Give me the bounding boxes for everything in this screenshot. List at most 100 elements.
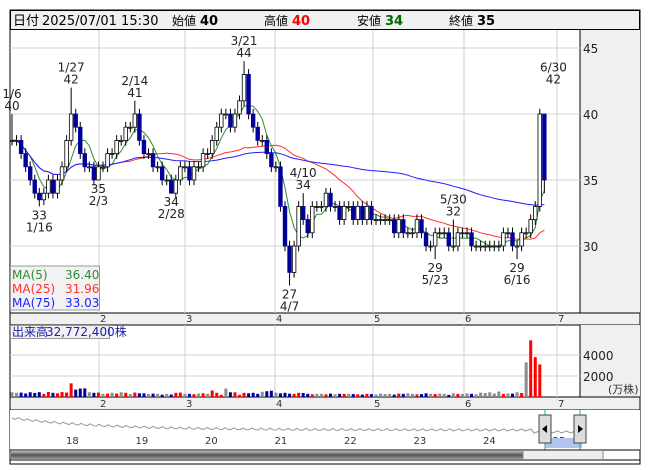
navigator-label: 18 xyxy=(66,436,79,447)
candle-body xyxy=(528,219,533,234)
volume-bar xyxy=(74,389,78,397)
annotation-value: 34 xyxy=(296,178,311,192)
navigator-left-handle[interactable] xyxy=(538,414,552,444)
volume-bar xyxy=(260,391,264,397)
volume-label: 出来高 xyxy=(12,324,48,339)
candle-body xyxy=(314,205,320,208)
month-tick-label: 6 xyxy=(465,314,471,325)
volume-bar xyxy=(278,393,282,397)
month-tick-label: 3 xyxy=(186,399,192,410)
volume-bar xyxy=(406,393,410,397)
month-tick-label: 7 xyxy=(558,314,564,325)
candle-body xyxy=(291,245,297,273)
candle-body xyxy=(319,205,324,208)
candle-body xyxy=(123,126,128,141)
candle-body xyxy=(519,232,524,247)
volume-bar xyxy=(256,393,260,397)
candle-body xyxy=(96,166,101,181)
volume-bar xyxy=(101,393,105,397)
candle-body xyxy=(146,153,151,156)
volume-bar xyxy=(424,393,428,397)
volume-bar xyxy=(92,392,96,397)
candle-body xyxy=(150,153,156,168)
ma5-value: 36.40 xyxy=(65,268,99,282)
volume-bar xyxy=(96,392,100,397)
volume-bar xyxy=(178,392,182,397)
candle-body xyxy=(405,232,411,235)
volume-unit: (万株) xyxy=(608,382,639,396)
candle-body xyxy=(214,126,219,141)
navigator-right-handle[interactable] xyxy=(573,414,587,444)
low-label: 安値 xyxy=(357,13,381,28)
scrollbar-thumb[interactable] xyxy=(522,450,604,460)
low-value: 34 xyxy=(385,14,403,29)
volume-bar xyxy=(215,392,219,397)
volume-bar xyxy=(492,393,496,397)
navigator[interactable]: 1819202122232425 xyxy=(10,410,640,450)
volume-bar xyxy=(46,391,50,397)
volume-bar xyxy=(60,392,64,397)
candle-body xyxy=(41,192,47,201)
volume-bar xyxy=(511,393,514,397)
volume-bar xyxy=(420,394,423,397)
close-label: 終値 xyxy=(449,13,473,28)
volume-bar xyxy=(392,394,396,397)
annotation-date: 2/28 xyxy=(158,207,185,221)
candle-body xyxy=(514,245,520,248)
volume-bar xyxy=(110,392,114,397)
candle-body xyxy=(159,166,165,181)
candle-body xyxy=(537,113,542,207)
volume-bar xyxy=(288,393,292,397)
candle-body xyxy=(391,219,397,234)
volume-bar xyxy=(497,391,501,397)
price-tick-label: 40 xyxy=(583,108,598,122)
candle-body xyxy=(346,205,351,208)
candle-body xyxy=(382,219,388,222)
volume-bar xyxy=(15,392,19,397)
volume-bar xyxy=(360,394,364,397)
candle-body xyxy=(178,166,183,181)
volume-bar xyxy=(447,394,451,397)
month-tick-label: 3 xyxy=(186,314,192,325)
candle-body xyxy=(296,205,301,247)
month-tick-label: 7 xyxy=(558,399,564,410)
candle-body xyxy=(241,74,247,102)
volume-bar xyxy=(274,392,278,397)
navigator-label: 23 xyxy=(414,436,427,447)
volume-bar xyxy=(210,390,214,397)
volume-bar xyxy=(501,393,505,397)
candle-body xyxy=(246,74,251,115)
volume-bar xyxy=(456,393,460,397)
volume-bar xyxy=(342,393,346,397)
candle-body xyxy=(305,219,310,234)
candle-body xyxy=(23,153,28,168)
candle-body xyxy=(533,205,538,220)
volume-bar xyxy=(383,394,387,397)
volume-bar xyxy=(160,394,164,397)
volume-bar xyxy=(224,388,228,397)
candle-body xyxy=(187,166,192,181)
candle-body xyxy=(387,219,392,222)
volume-bar xyxy=(379,393,383,397)
price-tick-label: 35 xyxy=(583,174,598,188)
candle-body xyxy=(169,179,174,194)
volume-bar xyxy=(187,393,191,397)
volume-bar xyxy=(42,393,46,397)
month-tick-label: 4 xyxy=(276,314,282,325)
month-tick-label: 6 xyxy=(465,399,471,410)
volume-tick-label: 4000 xyxy=(583,349,614,363)
open-label: 始値 xyxy=(172,13,196,28)
volume-bar xyxy=(520,393,524,397)
candle-body xyxy=(196,166,201,169)
candle-body xyxy=(269,153,274,168)
candle-body xyxy=(341,205,347,220)
annotation-date: 1/16 xyxy=(26,220,53,234)
candle-body xyxy=(73,113,78,128)
candle-body xyxy=(482,245,488,248)
volume-bar xyxy=(183,393,187,397)
candle-body xyxy=(446,232,451,247)
annotation-date: 6/16 xyxy=(504,273,531,287)
candle-body xyxy=(464,232,470,235)
volume-bar xyxy=(201,393,205,397)
volume-bar xyxy=(283,392,287,397)
